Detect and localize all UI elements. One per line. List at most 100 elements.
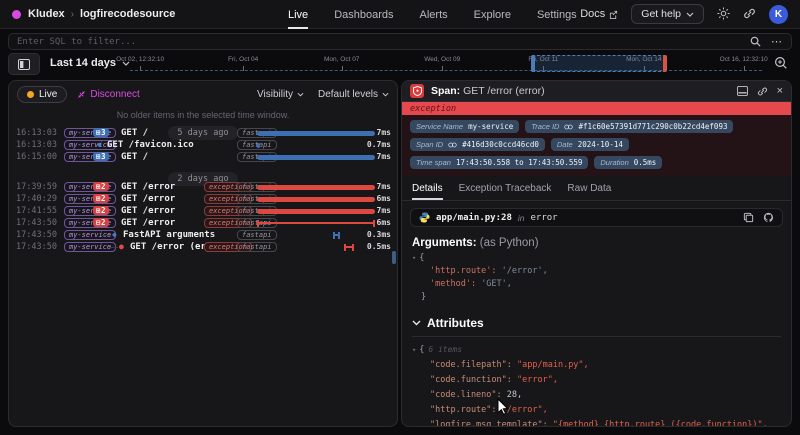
link-rings-icon [448, 142, 457, 148]
span-icon: ◆ [97, 140, 102, 149]
unplug-icon [77, 90, 86, 99]
split-panel-icon [18, 59, 30, 70]
search-icon[interactable] [750, 36, 761, 47]
timeline-track[interactable]: Oct 02, 12:32:10 Fri, Oct 04 Mon, Oct 07… [130, 53, 762, 77]
live-indicator-dot [27, 91, 34, 98]
breadcrumb-org[interactable]: Kludex [28, 8, 65, 20]
github-icon[interactable] [763, 212, 774, 223]
arguments-code: ▾{ 'http.route': '/error', 'method': 'GE… [412, 252, 781, 304]
chip-trace-id[interactable]: Trace ID #f1c60e57391d771c290c0b22cd4ef0… [525, 120, 733, 133]
span-metadata: Service Namemy-service Trace ID #f1c60e5… [402, 115, 791, 176]
collapse-caret-icon[interactable]: ▾ [412, 346, 416, 354]
timeline-axis [130, 70, 762, 71]
timeline-tick: Mon, Oct 07 [324, 56, 359, 63]
chip-span-id[interactable]: Span ID #416d30c0ccd46cd0 [410, 138, 545, 151]
timeline-tick: Fri, Oct 04 [228, 56, 258, 63]
expand-children-badge[interactable]: ⊞2 [93, 194, 109, 203]
code-function: error [530, 213, 557, 223]
tree-connector [102, 235, 111, 236]
span-duration-bar [344, 246, 353, 248]
attributes-heading[interactable]: Attributes [412, 316, 781, 337]
expand-children-badge[interactable]: ⊞2 [93, 182, 109, 191]
span-duration-bar [257, 155, 375, 160]
default-levels-dropdown[interactable]: Default levels [318, 89, 389, 100]
share-link-icon[interactable] [743, 7, 756, 22]
theme-toggle-icon[interactable] [717, 7, 730, 22]
span-duration-bar [257, 222, 375, 224]
code-path[interactable]: app/main.py:28 [436, 213, 512, 223]
dock-panel-icon[interactable] [737, 86, 748, 96]
chip-duration: Duration0.5ms [594, 156, 662, 169]
avatar[interactable]: K [769, 5, 788, 24]
copy-icon[interactable] [743, 212, 754, 223]
trace-row-child[interactable]: 17:43:50 my-service ◆ FastAPI arguments … [9, 229, 397, 241]
toggle-sidebar-button[interactable] [8, 53, 40, 75]
trace-row[interactable]: 17:41:55 my-service ⊞2 GET /error except… [9, 205, 397, 217]
tab-raw-data[interactable]: Raw Data [567, 183, 611, 200]
visibility-dropdown[interactable]: Visibility [257, 89, 304, 100]
span-duration-bar [257, 143, 260, 148]
live-toggle[interactable]: Live [17, 86, 67, 103]
tab-details[interactable]: Details [412, 183, 443, 200]
span-details-panel: Span: GET /error (error) × exception Ser… [401, 80, 792, 427]
more-options-icon[interactable]: ⋯ [771, 35, 783, 48]
scrollbar-thumb[interactable] [392, 251, 396, 264]
expand-children-badge[interactable]: ⊞3 [93, 128, 109, 137]
logfire-logo-icon [12, 10, 21, 19]
chevron-down-icon [297, 92, 304, 97]
details-tabs: Details Exception Traceback Raw Data [402, 176, 791, 201]
trace-row[interactable]: 16:15:00 my-service ⊞3 GET / fastapi 7ms [9, 151, 397, 163]
error-shield-icon [410, 84, 424, 98]
breadcrumb-project[interactable]: logfirecodesource [80, 8, 175, 20]
expand-children-badge[interactable]: ⊞2 [93, 206, 109, 215]
mouse-cursor [497, 398, 509, 415]
tab-explore[interactable]: Explore [474, 0, 511, 29]
chip-service-name: Service Namemy-service [410, 120, 519, 133]
span-duration-bar [257, 185, 375, 190]
timeline-selection[interactable] [532, 55, 666, 72]
docs-link[interactable]: Docs [580, 8, 618, 20]
expand-children-badge[interactable]: ⊞3 [93, 152, 109, 161]
copy-link-icon[interactable] [757, 86, 768, 97]
chevron-down-icon [412, 320, 421, 326]
live-view-panel: Live Disconnect Visibility Default level… [8, 80, 398, 427]
trace-row[interactable]: 17:39:59 my-service ⊞2 GET /error except… [9, 181, 397, 193]
code-location-bar: app/main.py:28 in error [410, 208, 783, 227]
exception-banner: exception [402, 102, 791, 115]
arguments-heading: Arguments: (as Python) [412, 237, 781, 249]
tab-alerts[interactable]: Alerts [420, 0, 448, 29]
span-icon: ◆ [112, 230, 117, 239]
nav-tabs: Live Dashboards Alerts Explore Settings [288, 0, 577, 29]
sql-filter-input[interactable] [17, 37, 750, 47]
disconnect-button[interactable]: Disconnect [77, 89, 139, 100]
chip-date: Date2024-10-14 [551, 138, 629, 151]
span-duration-bar [257, 209, 375, 214]
timeline-tick: Wed, Oct 09 [424, 56, 460, 63]
tree-connector [109, 247, 118, 248]
close-icon[interactable]: × [777, 85, 783, 97]
link-rings-icon [564, 124, 573, 130]
external-link-icon [609, 10, 618, 19]
trace-row-expanded[interactable]: 17:43:50 my-service ⊟2 GET /error except… [9, 217, 397, 229]
trace-row[interactable]: 17:40:29 my-service ⊞2 GET /error except… [9, 193, 397, 205]
trace-row[interactable]: 16:13:03 my-service ◆ GET /favicon.ico f… [9, 139, 397, 151]
tab-live[interactable]: Live [288, 0, 308, 29]
collapse-caret-icon[interactable]: ▾ [412, 254, 416, 262]
tab-exception-traceback[interactable]: Exception Traceback [459, 183, 552, 200]
sql-filter-bar: ⋯ [8, 33, 792, 50]
tab-dashboards[interactable]: Dashboards [334, 0, 393, 29]
empty-window-message: No older items in the selected time wind… [9, 110, 397, 120]
timeline-tick: Oct 02, 12:32:10 [116, 56, 164, 63]
tab-settings[interactable]: Settings [537, 0, 577, 29]
trace-row[interactable]: 16:13:03 my-service ⊞3 GET / fastapi 7ms [9, 127, 397, 139]
timeline-zoom-icon[interactable] [774, 56, 788, 75]
attributes-code: ▾{6 items "code.filepath": "app/main.py"… [412, 342, 781, 427]
selection-end-handle[interactable] [663, 55, 667, 72]
trace-row-child-selected[interactable]: 17:43:50 my-service ● GET /error (error)… [9, 241, 397, 253]
timeline-bar: Last 14 days Oct 02, 12:32:10 Fri, Oct 0… [0, 53, 800, 77]
get-help-button[interactable]: Get help [631, 4, 704, 24]
chevron-down-icon [686, 12, 694, 17]
selection-start-handle[interactable] [531, 55, 535, 72]
collapse-children-badge[interactable]: ⊟2 [93, 218, 109, 227]
timeline-tick: Oct 16, 12:32:10 [720, 56, 768, 63]
